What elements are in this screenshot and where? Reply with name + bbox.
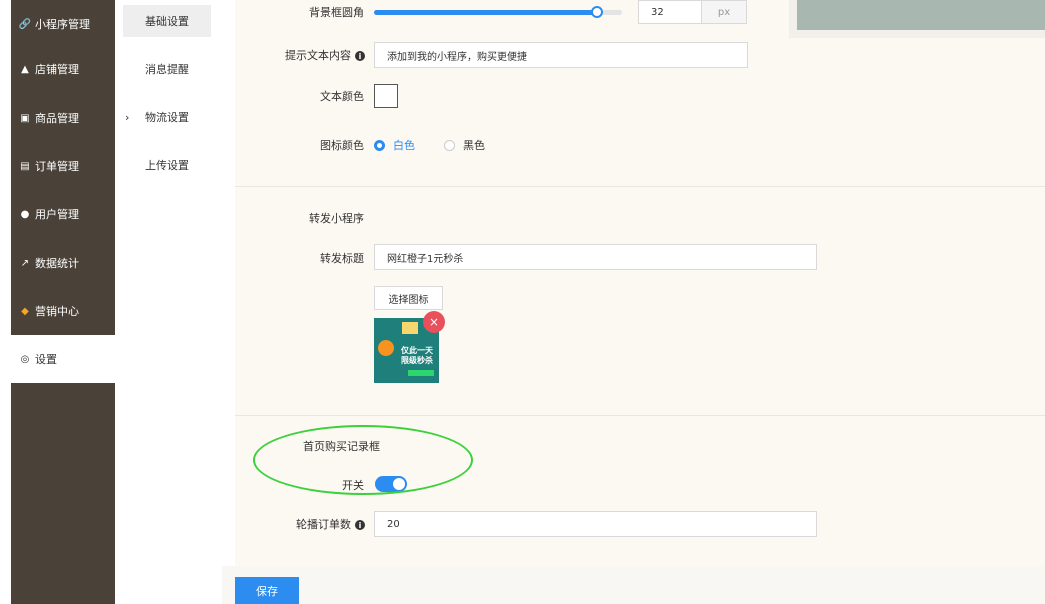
submenu-item-label: 消息提醒 — [145, 63, 189, 76]
sidebar-item-settings[interactable]: ◎ 设置 — [11, 335, 115, 383]
hint-text-input[interactable]: 添加到我的小程序，购买更便捷 — [374, 42, 748, 68]
sidebar-item-goods[interactable]: ▣ 商品管理 — [11, 94, 115, 142]
sidebar: 🔗 小程序管理 ▲ 店铺管理 ▣ 商品管理 ▤ 订单管理 ● 用户管理 ↗ 数据… — [11, 0, 115, 604]
bg-radius-slider[interactable] — [374, 6, 622, 18]
carousel-label: 轮播订单数 i — [270, 516, 365, 532]
choose-icon-button[interactable]: 选择图标 — [374, 286, 443, 310]
sidebar-item-users[interactable]: ● 用户管理 — [11, 190, 115, 238]
gear-icon: ◎ — [20, 353, 30, 365]
shop-icon: ▲ — [21, 63, 29, 75]
thumb-button-shape — [408, 370, 434, 376]
link-icon: 🔗 — [18, 18, 32, 30]
thumb-line-2: 限级秒杀 — [401, 356, 433, 365]
bg-radius-input[interactable]: 32 — [638, 0, 702, 24]
preview-image — [797, 0, 1045, 30]
settings-submenu: 基础设置 消息提醒 › 物流设置 上传设置 — [115, 0, 222, 604]
gift-shape — [402, 322, 418, 334]
info-icon: i — [355, 51, 365, 61]
section-divider — [235, 186, 1045, 187]
thumb-line-1: 仅此一天 — [401, 346, 433, 355]
footer-bar — [222, 566, 1045, 604]
info-icon: i — [355, 520, 365, 530]
hint-text-label-text: 提示文本内容 — [285, 49, 351, 62]
annotation-ellipse — [253, 425, 473, 495]
section-divider — [235, 415, 1045, 416]
icon-color-black-radio[interactable]: 黑色 — [444, 137, 485, 153]
sidebar-item-marketing[interactable]: ◆ 营销中心 — [11, 287, 115, 335]
orange-shape — [378, 340, 394, 356]
sidebar-item-label: 用户管理 — [35, 208, 79, 221]
submenu-item-label: 上传设置 — [145, 159, 189, 172]
radio-label: 白色 — [393, 139, 415, 152]
text-color-label: 文本颜色 — [320, 90, 364, 103]
submenu-item-label: 物流设置 — [145, 111, 189, 124]
close-icon: × — [428, 315, 440, 329]
sidebar-item-label: 商品管理 — [35, 112, 79, 125]
radio-dot — [444, 139, 455, 151]
sidebar-item-label: 数据统计 — [35, 257, 79, 270]
bg-radius-label: 背景框圆角 — [309, 6, 364, 19]
submenu-item-basic[interactable]: 基础设置 — [123, 5, 211, 37]
share-title-label: 转发标题 — [320, 252, 364, 265]
radio-dot — [374, 139, 385, 151]
share-title-input[interactable]: 网红橙子1元秒杀 — [374, 244, 817, 270]
sidebar-item-shop[interactable]: ▲ 店铺管理 — [11, 45, 115, 93]
marketing-icon: ◆ — [21, 305, 29, 317]
user-icon: ● — [20, 208, 30, 220]
order-icon: ▤ — [20, 160, 30, 172]
sidebar-item-label: 店铺管理 — [35, 63, 79, 76]
sidebar-item-label: 营销中心 — [35, 305, 79, 318]
share-section-title: 转发小程序 — [309, 212, 364, 225]
chart-icon: ↗ — [20, 257, 30, 269]
carousel-input[interactable]: 20 — [374, 511, 817, 537]
slider-fill — [374, 10, 598, 15]
icon-color-label: 图标颜色 — [320, 139, 364, 152]
submenu-item-upload[interactable]: 上传设置 — [123, 149, 211, 181]
goods-icon: ▣ — [20, 112, 30, 124]
icon-color-white-radio[interactable]: 白色 — [374, 137, 415, 153]
sidebar-item-stats[interactable]: ↗ 数据统计 — [11, 239, 115, 287]
hint-text-label: 提示文本内容 i — [270, 47, 365, 63]
remove-icon-button[interactable]: × — [423, 311, 445, 333]
sidebar-item-orders[interactable]: ▤ 订单管理 — [11, 142, 115, 190]
submenu-item-label: 基础设置 — [145, 15, 189, 28]
sidebar-item-label: 小程序管理 — [35, 18, 90, 31]
submenu-item-message[interactable]: 消息提醒 — [123, 53, 211, 85]
submenu-item-logistics[interactable]: › 物流设置 — [123, 101, 211, 133]
preview-panel — [789, 0, 1045, 38]
text-color-swatch[interactable] — [374, 84, 398, 108]
bg-radius-unit: px — [701, 0, 747, 24]
carousel-label-text: 轮播订单数 — [296, 518, 351, 531]
radio-label: 黑色 — [463, 139, 485, 152]
chevron-right-icon: › — [125, 110, 130, 124]
sidebar-item-label: 订单管理 — [35, 160, 79, 173]
thumb-text: 仅此一天 限级秒杀 — [396, 346, 438, 366]
save-button[interactable]: 保存 — [235, 577, 299, 604]
sidebar-item-mini-program[interactable]: 🔗 小程序管理 — [11, 0, 115, 48]
sidebar-item-label: 设置 — [35, 353, 57, 366]
